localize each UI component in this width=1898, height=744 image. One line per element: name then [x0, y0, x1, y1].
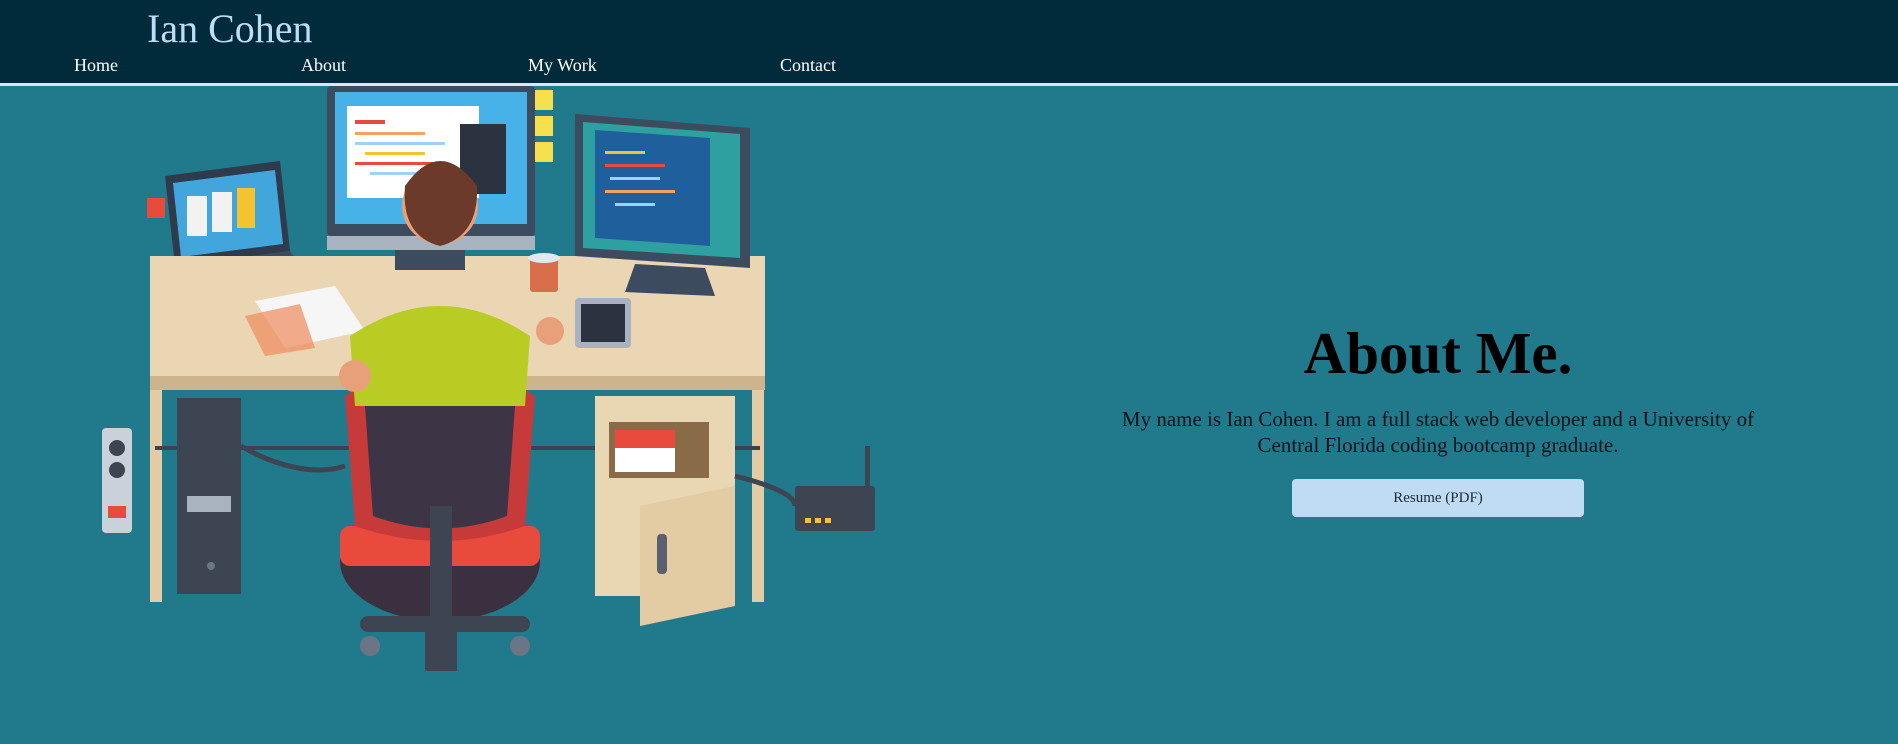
about-heading: About Me.: [1303, 320, 1573, 386]
about-description: My name is Ian Cohen. I am a full stack …: [1121, 407, 1755, 457]
drawer-cabinet: [595, 396, 735, 626]
nav-home[interactable]: Home: [74, 54, 118, 76]
computer-tower: [177, 398, 241, 594]
nav-contact[interactable]: Contact: [780, 54, 836, 76]
site-title: Ian Cohen: [147, 6, 313, 51]
nav-my-work[interactable]: My Work: [528, 54, 597, 76]
developer-desk-illustration: [102, 86, 875, 671]
resume-button[interactable]: Resume (PDF): [1292, 479, 1584, 517]
nav-about[interactable]: About: [301, 54, 346, 76]
